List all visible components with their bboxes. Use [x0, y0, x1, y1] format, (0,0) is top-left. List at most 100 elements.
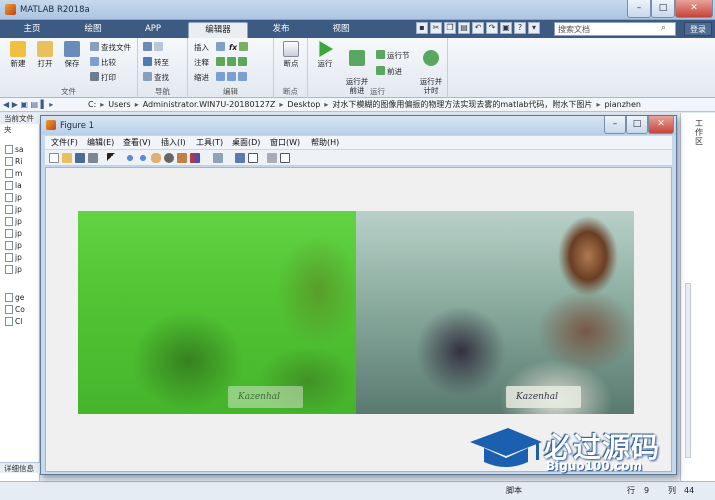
search-icon[interactable]: ⌕: [661, 23, 666, 33]
breadcrumb-segment[interactable]: pianzhen: [604, 98, 641, 111]
comment-button[interactable]: 注释: [194, 57, 209, 68]
link-plot-icon[interactable]: [213, 153, 223, 163]
indent-button[interactable]: 缩进: [194, 72, 209, 83]
list-item[interactable]: jp: [5, 205, 22, 214]
list-item[interactable]: la: [5, 181, 22, 190]
dehazed-underwater-image: Kazenhal: [356, 211, 634, 414]
indent-label: 缩进: [194, 73, 209, 82]
data-cursor-icon[interactable]: [177, 153, 187, 163]
legend-icon[interactable]: [248, 153, 258, 163]
find-files-button[interactable]: 查找文件: [90, 42, 131, 53]
redo-icon[interactable]: ↷: [486, 22, 498, 34]
nav-buttons[interactable]: ◀ ▶ ▣ ▤ ▌ ▸: [3, 98, 53, 111]
figure-menu-bar: 文件(F) 编辑(E) 查看(V) 插入(I) 工具(T) 桌面(D) 窗口(W…: [45, 136, 672, 149]
maximize-button[interactable]: □: [651, 0, 675, 18]
figure-minimize-button[interactable]: –: [604, 116, 626, 134]
menu-view[interactable]: 查看(V): [123, 137, 151, 148]
figure-close-button[interactable]: ✕: [648, 116, 674, 134]
help-icon[interactable]: ?: [514, 22, 526, 34]
menu-insert[interactable]: 插入(I): [161, 137, 186, 148]
menu-desktop[interactable]: 桌面(D): [232, 137, 260, 148]
back-forward-buttons[interactable]: [143, 42, 165, 53]
list-item[interactable]: jp: [5, 217, 22, 226]
new-figure-icon[interactable]: [49, 153, 59, 163]
goto-button[interactable]: 转至: [143, 57, 169, 68]
breadcrumb-separator: ▸: [279, 100, 284, 109]
edit-tools-row3[interactable]: [216, 72, 249, 83]
chevron-down-icon[interactable]: ▾: [528, 22, 540, 34]
breadcrumb-segment[interactable]: Desktop: [287, 98, 320, 111]
copy-icon[interactable]: ❐: [444, 22, 456, 34]
list-item[interactable]: jp: [5, 241, 22, 250]
app-title: MATLAB R2018a: [20, 5, 90, 15]
workspace-scrollbar[interactable]: [685, 283, 691, 458]
fx-icon[interactable]: fx: [229, 43, 237, 52]
list-item[interactable]: ge: [5, 293, 24, 302]
list-item[interactable]: jp: [5, 265, 22, 274]
new-button[interactable]: 新建: [5, 41, 31, 68]
find-button[interactable]: 查找: [143, 72, 169, 83]
colorbar-icon[interactable]: [235, 153, 245, 163]
breadcrumb-segment[interactable]: Users: [108, 98, 130, 111]
menu-window[interactable]: 窗口(W): [270, 137, 300, 148]
run-advance-icon: [349, 50, 365, 66]
list-item[interactable]: m: [5, 169, 22, 178]
file-name: jp: [15, 253, 22, 262]
breadcrumb-segment[interactable]: C:: [88, 98, 96, 111]
details-panel-header[interactable]: 详细信息: [0, 462, 40, 473]
hide-plot-tools-icon[interactable]: [267, 153, 277, 163]
pan-icon[interactable]: [151, 153, 161, 163]
menu-tools[interactable]: 工具(T): [196, 137, 223, 148]
run-section-icon: [376, 50, 385, 59]
list-item[interactable]: Co: [5, 305, 25, 314]
save-button[interactable]: 保存: [59, 41, 85, 68]
list-item[interactable]: jp: [5, 193, 22, 202]
save-icon[interactable]: ▪: [416, 22, 428, 34]
menu-help[interactable]: 帮助(H): [311, 137, 339, 148]
zoom-out-icon[interactable]: [138, 153, 148, 163]
search-input[interactable]: [554, 22, 676, 36]
login-button[interactable]: 登录: [684, 22, 712, 36]
tab-plots[interactable]: 绘图: [68, 22, 118, 38]
list-item[interactable]: jp: [5, 229, 22, 238]
close-button[interactable]: ✕: [675, 0, 713, 18]
brush-icon[interactable]: [190, 153, 200, 163]
breadcrumb-segment[interactable]: Administrator.WIN7U-20180127Z: [143, 98, 276, 111]
list-item[interactable]: sa: [5, 145, 24, 154]
rotate-icon[interactable]: [164, 153, 174, 163]
cut-icon[interactable]: ✂: [430, 22, 442, 34]
tab-publish[interactable]: 发布: [258, 22, 304, 38]
advance-button[interactable]: 前进: [376, 66, 402, 77]
insert-button[interactable]: 插入: [194, 42, 209, 53]
run-section-button[interactable]: 运行节: [376, 50, 410, 61]
print-button[interactable]: 打印: [90, 72, 116, 83]
breakpoints-button[interactable]: 断点: [278, 41, 304, 68]
save-figure-icon[interactable]: [75, 153, 85, 163]
list-item[interactable]: Ri: [5, 157, 22, 166]
paste-icon[interactable]: ▤: [458, 22, 470, 34]
list-item[interactable]: jp: [5, 253, 22, 262]
open-button[interactable]: 打开: [32, 41, 58, 68]
compare-button[interactable]: 比较: [90, 57, 116, 68]
figure-maximize-button[interactable]: □: [626, 116, 648, 134]
zoom-in-icon[interactable]: [125, 153, 135, 163]
tab-view[interactable]: 视图: [318, 22, 364, 38]
open-file-icon[interactable]: [62, 153, 72, 163]
tab-apps[interactable]: APP: [130, 22, 176, 38]
minimize-button[interactable]: –: [627, 0, 651, 18]
run-button[interactable]: 运行: [312, 41, 338, 68]
menu-edit[interactable]: 编辑(E): [87, 137, 114, 148]
print-figure-icon[interactable]: [88, 153, 98, 163]
edit-tools-row2[interactable]: [216, 57, 249, 68]
show-plot-tools-icon[interactable]: [280, 153, 290, 163]
undo-icon[interactable]: ↶: [472, 22, 484, 34]
switch-windows-icon[interactable]: ▣: [500, 22, 512, 34]
tab-editor[interactable]: 编辑器: [188, 22, 248, 38]
pointer-icon[interactable]: [107, 153, 117, 163]
navigate-group: 转至 查找 导航: [138, 38, 188, 98]
list-item[interactable]: Cl: [5, 317, 22, 326]
tab-home[interactable]: 主页: [12, 22, 52, 38]
menu-file[interactable]: 文件(F): [51, 137, 78, 148]
breadcrumb-segment[interactable]: 对水下模糊的图像用偏振的物理方法实现去雾的matlab代码，附水下图片: [332, 98, 592, 111]
edit-tools-row1[interactable]: fx: [216, 42, 250, 53]
